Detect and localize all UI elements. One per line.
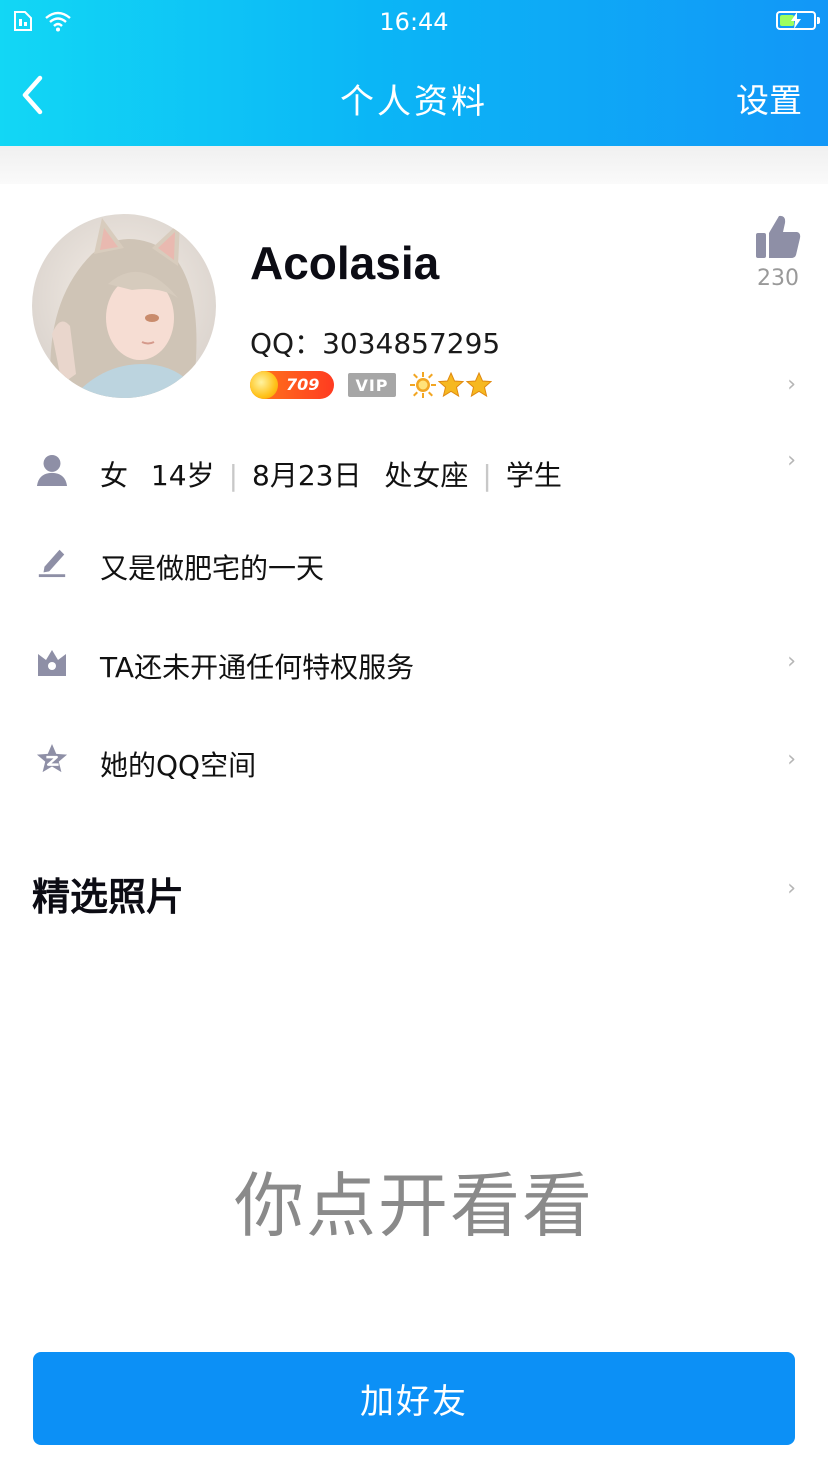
separator: | — [482, 459, 492, 492]
crown-icon — [38, 650, 66, 676]
add-friend-button[interactable]: 加好友 — [33, 1352, 795, 1445]
age: 14岁 — [150, 459, 215, 492]
settings-button[interactable]: 设置 — [736, 74, 802, 122]
coin-badge: 709 — [250, 371, 334, 399]
star-level-icon — [438, 372, 464, 398]
basic-info-row[interactable]: 女 14岁 | 8月23日 处女座 | 学生 — [100, 454, 562, 494]
privilege-chevron-icon[interactable]: › — [787, 649, 796, 674]
signature-text[interactable]: 又是做肥宅的一天 — [100, 547, 324, 587]
status-time: 16:44 — [379, 8, 449, 36]
photo-hint-text: 你点开看看 — [234, 1165, 594, 1247]
separator: | — [228, 459, 238, 492]
badge-row[interactable]: 709 VIP — [250, 371, 492, 399]
sun-level-icon — [410, 372, 436, 398]
vip-badge: VIP — [348, 373, 396, 397]
qq-level-icons — [410, 372, 492, 398]
person-icon — [36, 454, 68, 486]
privilege-row[interactable]: TA还未开通任何特权服务 — [100, 646, 414, 686]
qzone-star-icon — [36, 743, 68, 773]
zodiac: 处女座 — [384, 459, 469, 492]
like-button[interactable]: 230 — [746, 214, 810, 291]
battery-icon — [776, 11, 820, 30]
page-title: 个人资料 — [340, 82, 488, 122]
app-header: 16:44 个人资料 设置 — [0, 0, 828, 146]
pencil-icon — [38, 549, 66, 578]
qzone-chevron-icon[interactable]: › — [787, 747, 796, 772]
photos-section-title[interactable]: 精选照片 — [32, 866, 184, 921]
star-level-icon — [466, 372, 492, 398]
qzone-row[interactable]: 她的QQ空间 — [100, 744, 256, 784]
photos-chevron-icon[interactable]: › — [787, 876, 796, 901]
profile-nickname: Acolasia — [250, 237, 440, 289]
gender: 女 — [100, 459, 129, 492]
coin-icon — [250, 371, 278, 399]
qq-number: QQ：3034857295 — [250, 327, 501, 360]
coin-badge-value: 709 — [286, 375, 320, 394]
birthday: 8月23日 — [252, 459, 362, 492]
basic-info-chevron-icon[interactable]: › — [787, 448, 796, 473]
header-divider — [0, 146, 828, 184]
avatar[interactable] — [32, 214, 216, 398]
thumbs-up-icon — [756, 215, 801, 258]
profile-chevron-icon[interactable]: › — [787, 372, 796, 397]
occupation: 学生 — [505, 459, 562, 492]
like-count: 230 — [757, 266, 799, 291]
